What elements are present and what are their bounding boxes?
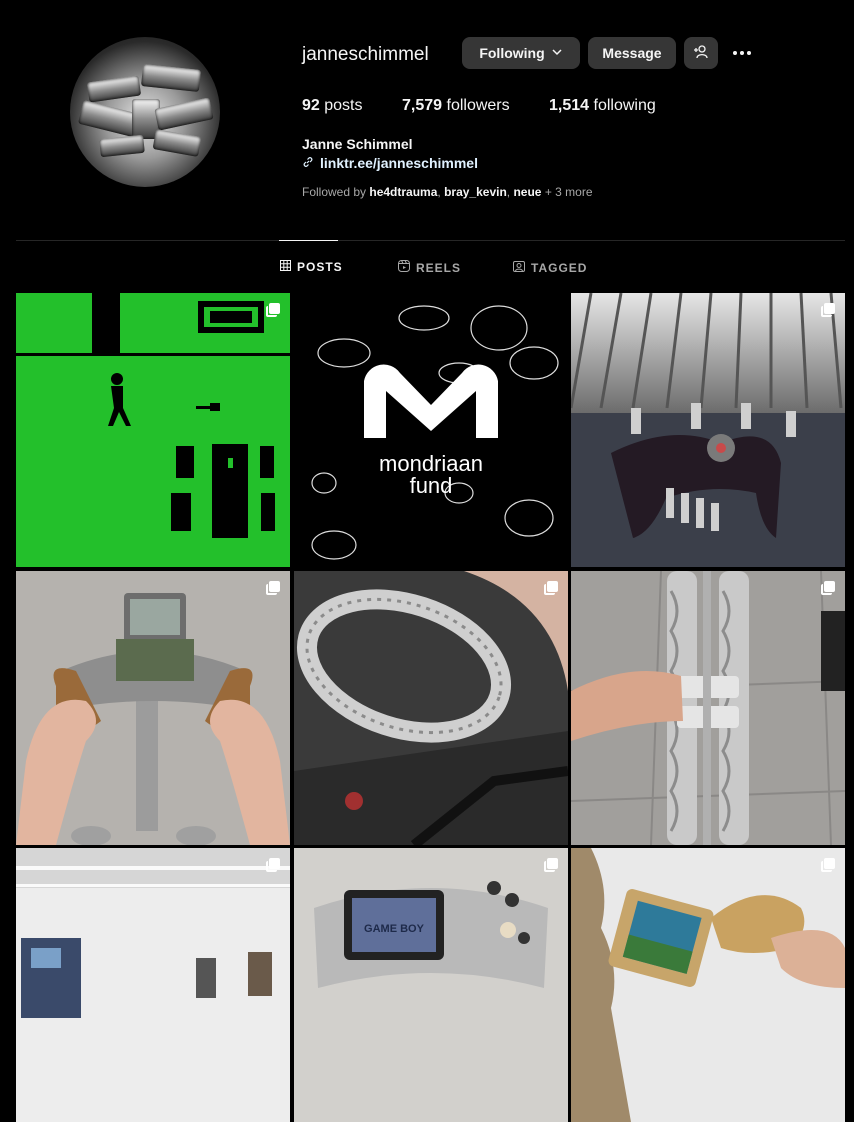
- carousel-icon: [821, 858, 835, 872]
- active-tab-indicator: [279, 240, 338, 241]
- following-label: Following: [479, 45, 545, 61]
- reels-icon: [398, 260, 410, 275]
- post-tile[interactable]: mondriaan fund: [294, 293, 568, 567]
- tab-posts[interactable]: POSTS: [280, 260, 343, 274]
- followed-by-user[interactable]: neue: [513, 185, 541, 199]
- followed-by-user[interactable]: he4dtrauma: [369, 185, 437, 199]
- post-tile[interactable]: [16, 293, 290, 567]
- post-tile[interactable]: GAME BOY: [294, 848, 568, 1122]
- post-tile[interactable]: [571, 571, 845, 845]
- message-button[interactable]: Message: [588, 37, 676, 69]
- carousel-icon: [544, 858, 558, 872]
- link-icon: [302, 155, 314, 171]
- grid-icon: [280, 260, 291, 274]
- post-image: [571, 848, 845, 1122]
- post-image: [571, 293, 845, 567]
- following-button[interactable]: Following: [462, 37, 580, 69]
- followed-by[interactable]: Followed by he4dtrauma, bray_kevin, neue…: [302, 185, 593, 199]
- post-image: [571, 571, 845, 845]
- bio-link[interactable]: linktr.ee/janneschimmel: [302, 155, 478, 171]
- post-tile[interactable]: [294, 571, 568, 845]
- carousel-icon: [821, 303, 835, 317]
- post-tile[interactable]: [16, 848, 290, 1122]
- username: janneschimmel: [302, 44, 429, 65]
- gameboy-text: GAME BOY: [364, 923, 425, 935]
- carousel-icon: [821, 581, 835, 595]
- post-image: [16, 848, 290, 1018]
- post-image: [16, 593, 290, 845]
- carousel-icon: [544, 581, 558, 595]
- suggest-users-button[interactable]: [684, 37, 718, 69]
- followers-link[interactable]: 7,579 followers: [402, 97, 510, 115]
- tab-tagged[interactable]: TAGGED: [513, 260, 587, 275]
- tab-reels[interactable]: REELS: [398, 260, 461, 275]
- post-image: [16, 293, 290, 538]
- following-link[interactable]: 1,514 following: [549, 97, 656, 115]
- carousel-icon: [266, 303, 280, 317]
- profile-divider: [16, 240, 845, 241]
- post-image: mondriaan fund: [311, 305, 559, 560]
- chevron-down-icon: [551, 45, 563, 61]
- carousel-icon: [266, 858, 280, 872]
- message-label: Message: [602, 45, 662, 61]
- full-name: Janne Schimmel: [302, 136, 413, 152]
- followed-by-user[interactable]: bray_kevin: [444, 185, 507, 199]
- post-tile[interactable]: [571, 848, 845, 1122]
- post-graphic-text: mondriaan fund: [379, 451, 483, 498]
- tagged-icon: [513, 260, 525, 275]
- posts-count: 92 posts: [302, 97, 363, 114]
- more-options-icon[interactable]: [730, 41, 754, 65]
- post-image: GAME BOY: [314, 881, 548, 988]
- carousel-icon: [266, 581, 280, 595]
- profile-avatar[interactable]: [70, 37, 220, 187]
- post-image: [294, 571, 568, 845]
- post-tile[interactable]: [16, 571, 290, 845]
- add-user-icon: [693, 44, 709, 63]
- bio-link-text: linktr.ee/janneschimmel: [320, 155, 478, 171]
- post-tile[interactable]: [571, 293, 845, 567]
